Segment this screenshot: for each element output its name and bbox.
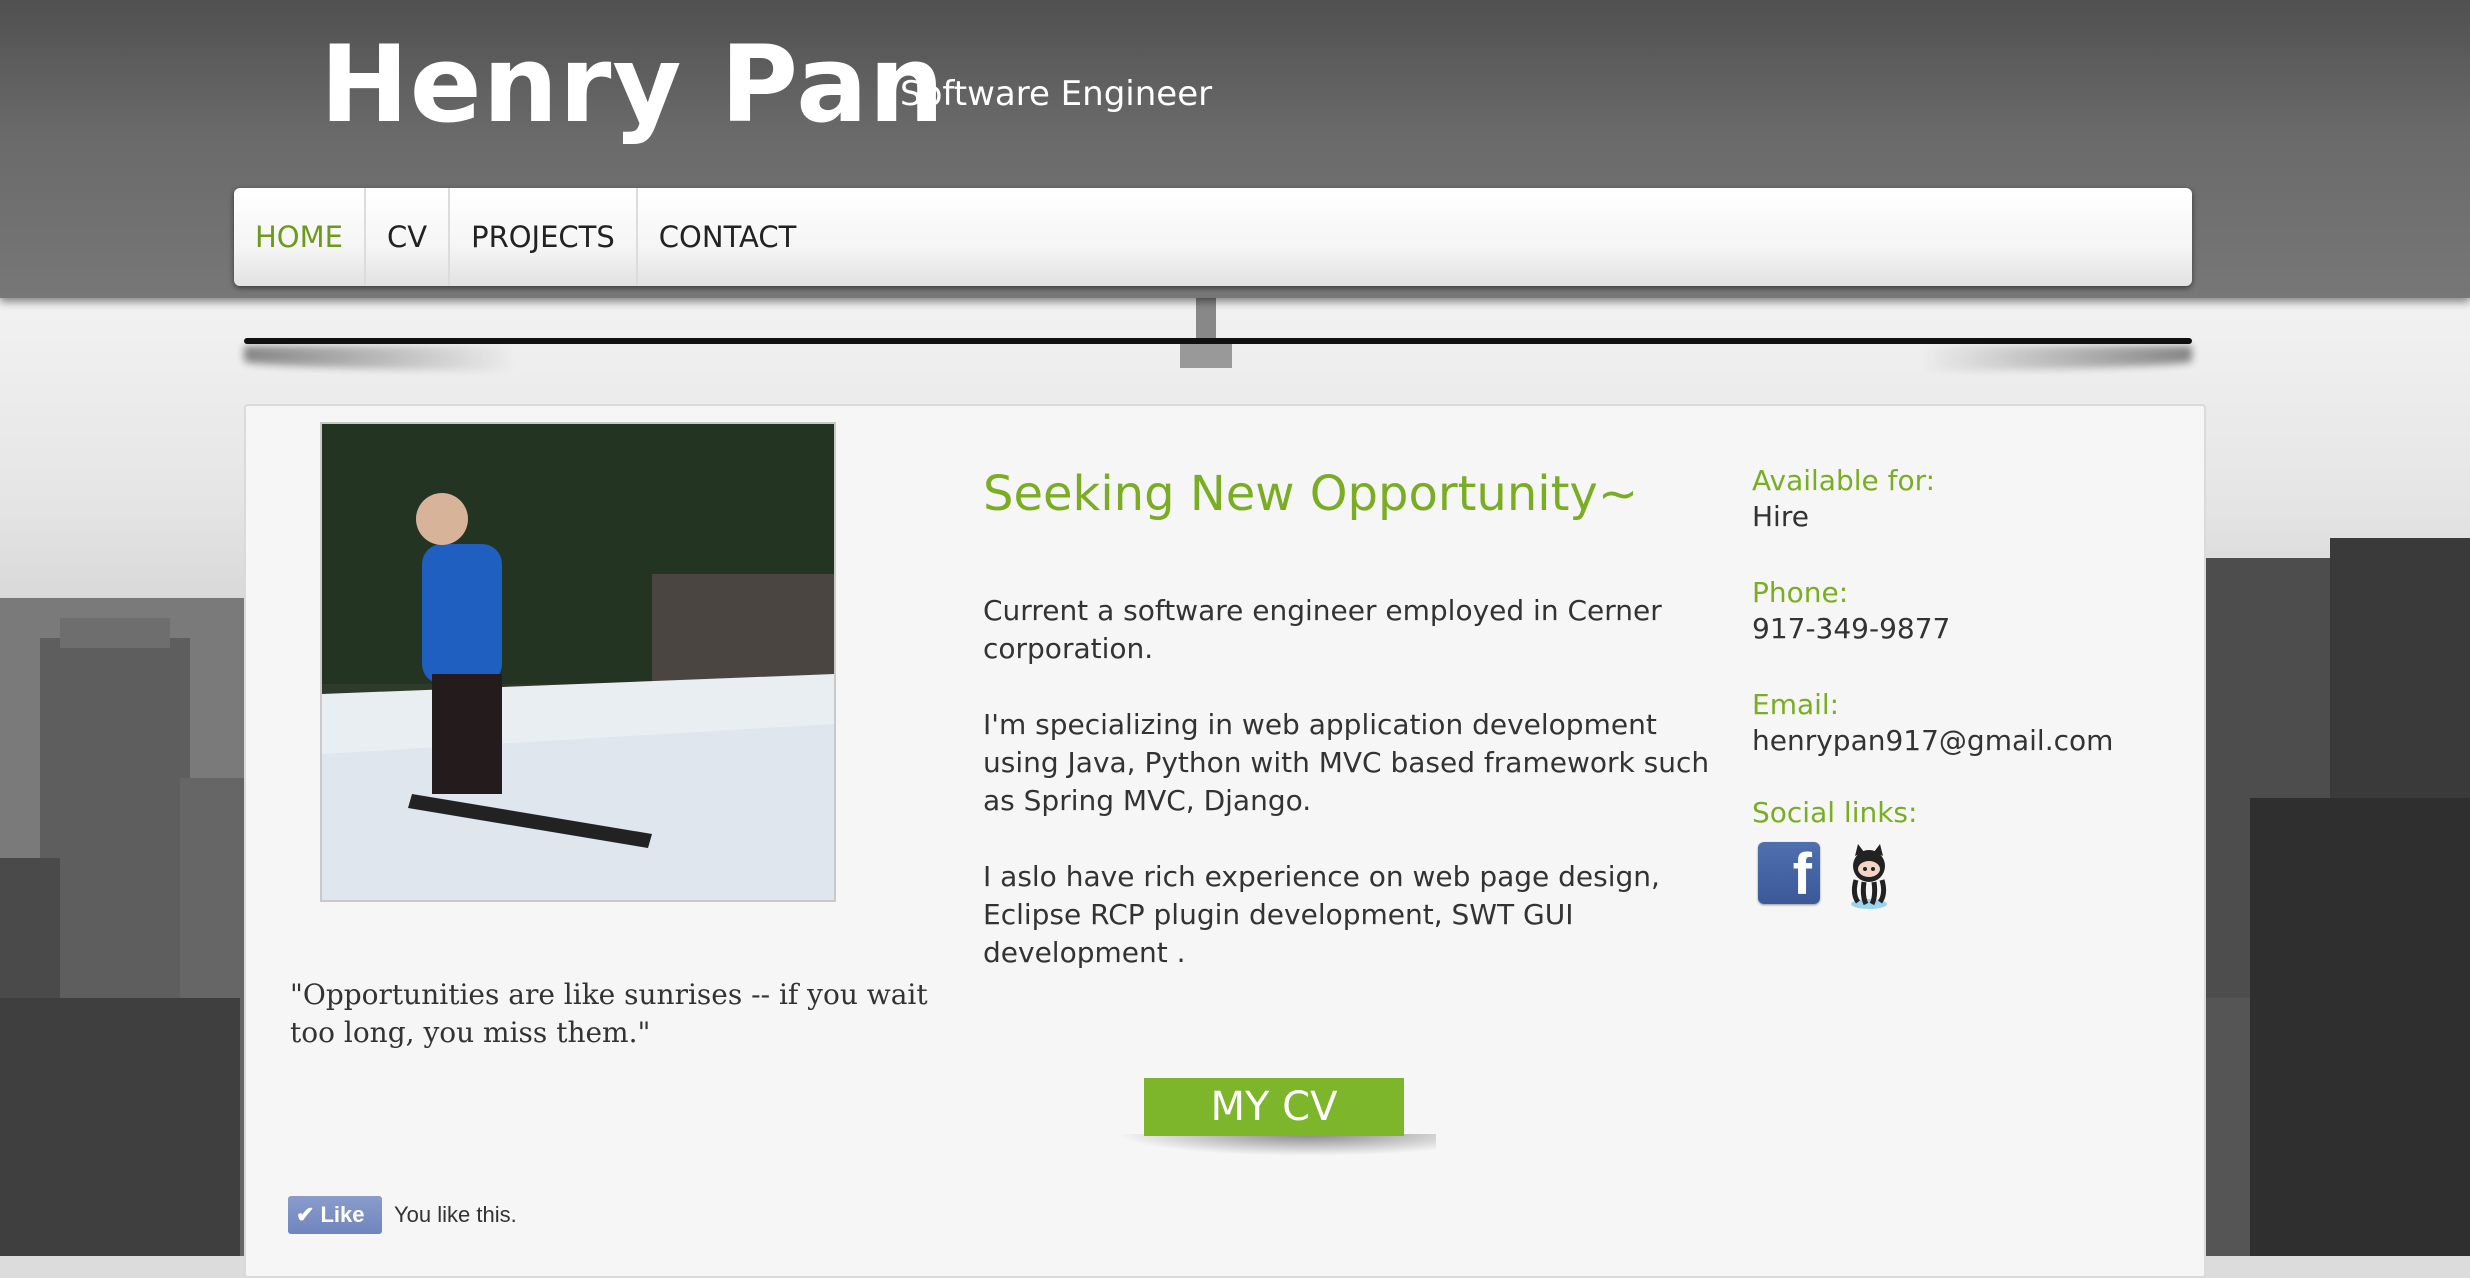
like-button-label: Like (320, 1202, 365, 1227)
social-links-label: Social links: (1752, 796, 1918, 829)
skills-paragraph: I'm specializing in web application deve… (983, 708, 1710, 817)
divider-shadow (244, 346, 2192, 376)
available-value: Hire (1752, 500, 1809, 533)
email-label: Email: (1752, 688, 1840, 721)
quote-text: "Opportunities are like sunrises -- if y… (290, 978, 928, 1049)
site-title: Henry Pan (320, 23, 946, 146)
site-subtitle: Software Engineer (900, 74, 1213, 114)
available-label: Available for: (1752, 464, 1936, 497)
intro-paragraph: Current a software engineer employed in … (983, 594, 1662, 665)
headline: Seeking New Opportunity~ (983, 466, 1639, 522)
main-content-panel: "Opportunities are like sunrises -- if y… (244, 404, 2206, 1278)
main-nav: HOME CV PROJECTS CONTACT (234, 188, 2192, 286)
snowboarding-photo-illustration (322, 424, 834, 900)
nav-item-cv[interactable]: CV (366, 188, 451, 286)
facebook-icon[interactable]: f (1758, 842, 1820, 907)
social-links: f (1758, 842, 1904, 912)
nav-item-contact[interactable]: CONTACT (638, 188, 818, 286)
my-cv-button[interactable]: MY CV (1144, 1078, 1404, 1136)
experience-paragraph: I aslo have rich experience on web page … (983, 860, 1660, 969)
facebook-like-button[interactable]: ✔ Like (288, 1196, 382, 1234)
site-header: Henry Pan Software Engineer HOME CV PROJ… (0, 0, 2470, 298)
email-value: henrypan917@gmail.com (1752, 724, 2114, 757)
like-status-text: You like this. (394, 1202, 517, 1227)
checkmark-icon: ✔ (296, 1202, 315, 1227)
profile-photo (320, 422, 836, 902)
nav-item-home[interactable]: HOME (234, 188, 366, 286)
phone-label: Phone: (1752, 576, 1849, 609)
decorative-divider (244, 338, 2192, 344)
nav-item-projects[interactable]: PROJECTS (450, 188, 638, 286)
cv-button-shadow (1116, 1134, 1436, 1156)
phone-value: 917-349-9877 (1752, 612, 1951, 645)
github-octocat-icon[interactable] (1834, 842, 1904, 912)
